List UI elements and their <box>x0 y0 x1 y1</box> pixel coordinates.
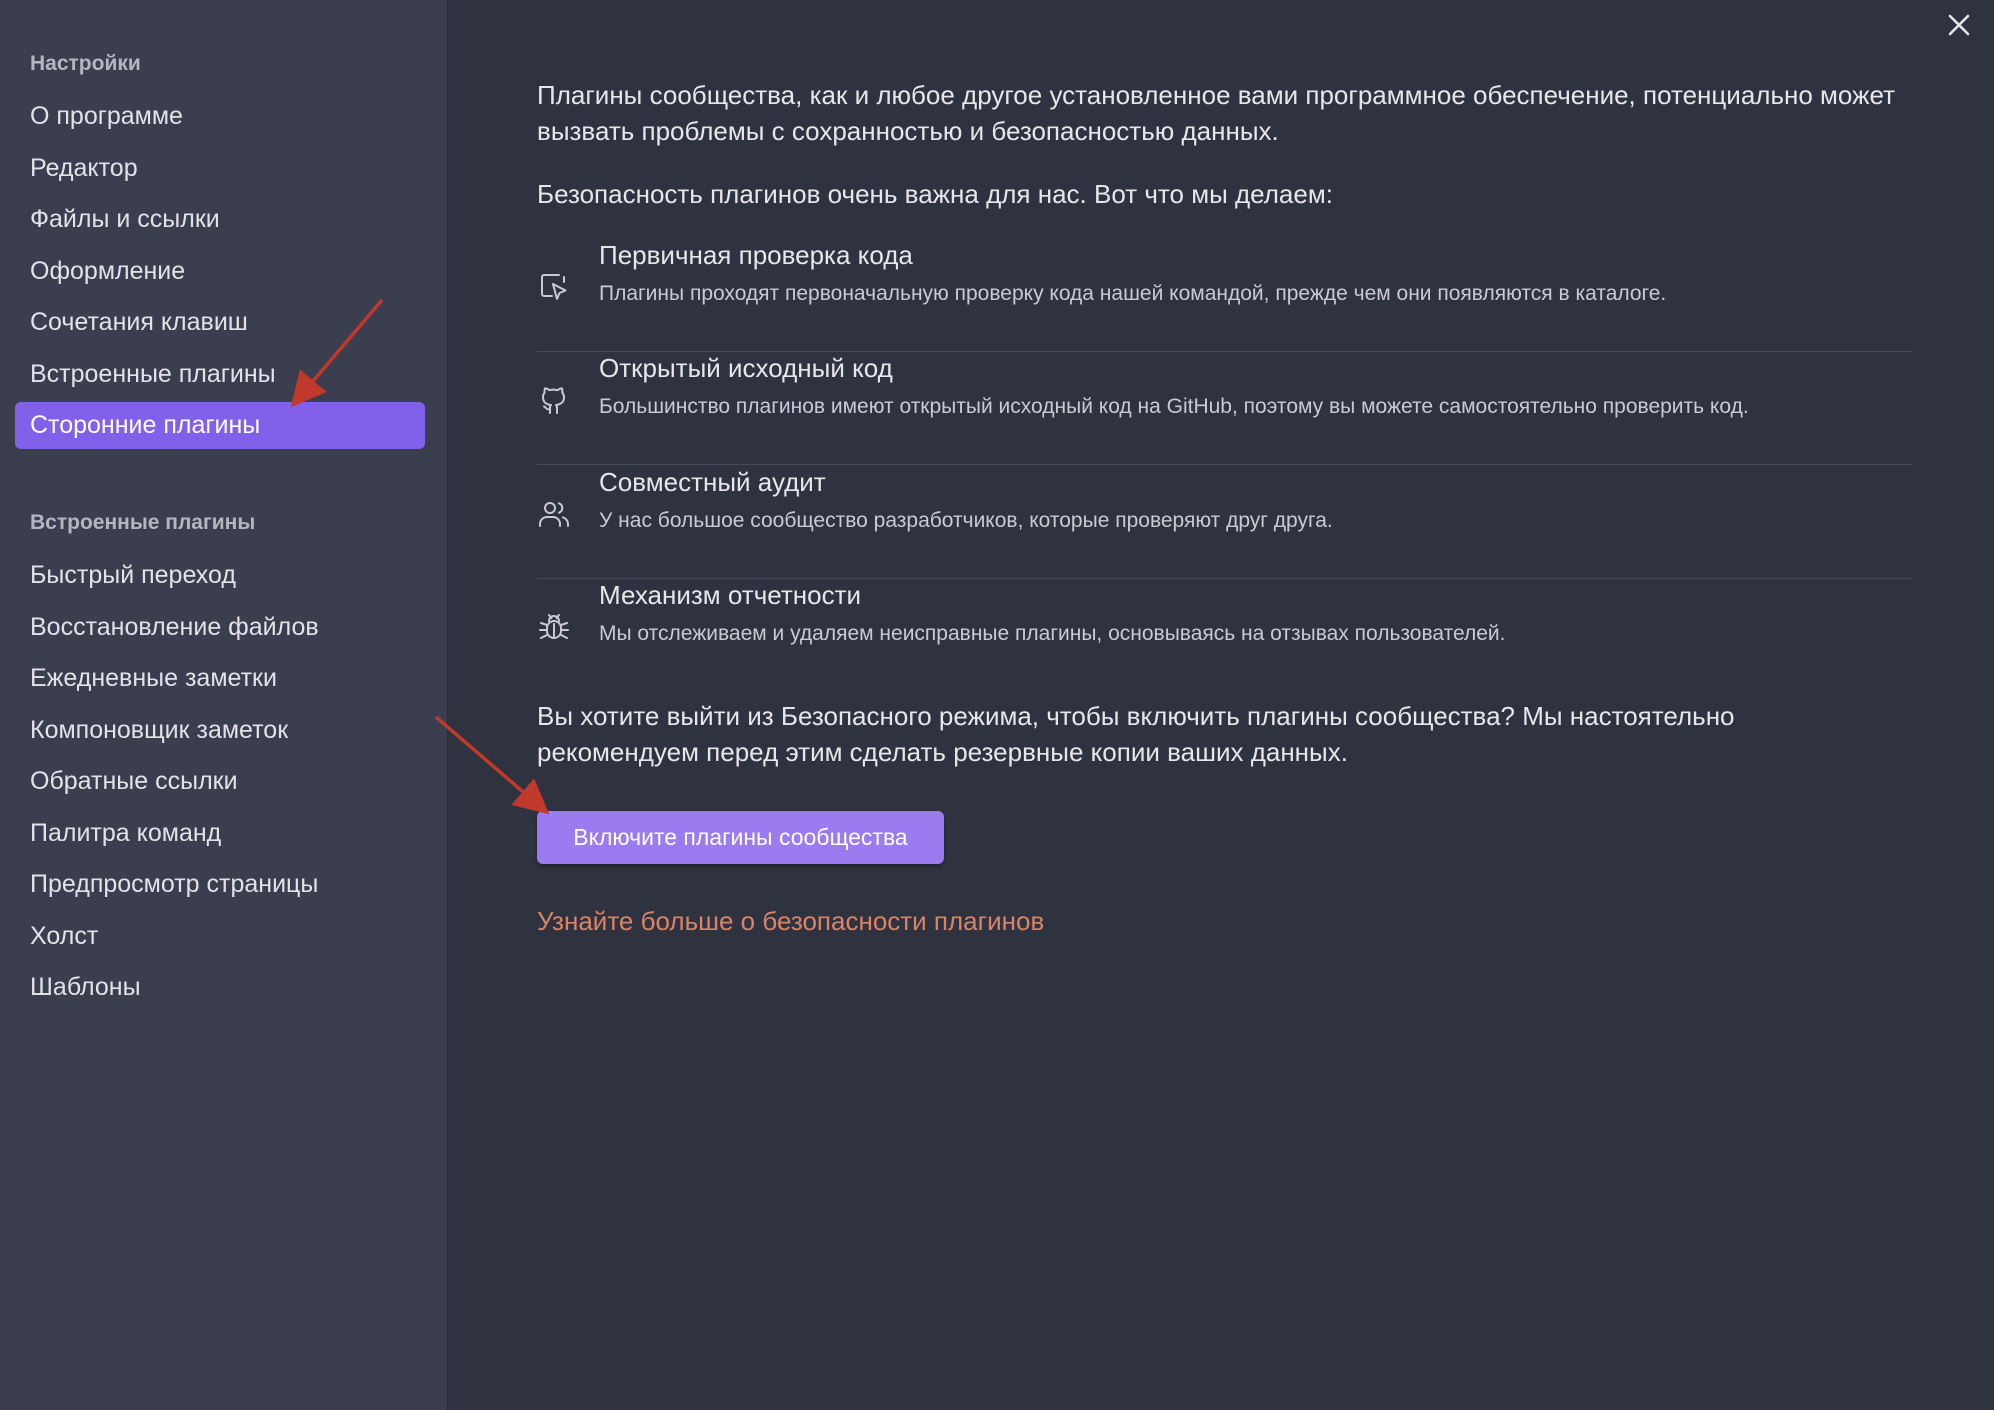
feature-title: Первичная проверка кода <box>599 240 913 270</box>
sidebar-item-note-composer[interactable]: Компоновщик заметок <box>15 707 425 754</box>
sidebar-item-page-preview[interactable]: Предпросмотр страницы <box>15 861 425 908</box>
safety-heading: Безопасность плагинов очень важна для на… <box>537 179 1333 209</box>
sidebar-section-core-plugins-title: Встроенные плагины <box>30 511 256 534</box>
settings-sidebar: Настройки О программе Редактор Файлы и с… <box>0 0 448 1410</box>
feature-reporting: Механизм отчетности Мы отслеживаем и уда… <box>537 580 1913 692</box>
sidebar-item-editor[interactable]: Редактор <box>15 145 425 192</box>
users-icon <box>537 497 571 531</box>
safe-mode-question: Вы хотите выйти из Безопасного режима, ч… <box>537 701 1735 767</box>
feature-title: Открытый исходный код <box>599 353 893 383</box>
settings-window: Настройки О программе Редактор Файлы и с… <box>0 0 1994 1410</box>
sidebar-item-templates[interactable]: Шаблоны <box>15 964 425 1011</box>
feature-description: Плагины проходят первоначальную проверку… <box>599 282 1667 305</box>
feature-title: Механизм отчетности <box>599 580 862 610</box>
github-icon <box>537 383 571 417</box>
sidebar-item-about[interactable]: О программе <box>15 93 425 140</box>
feature-code-review: Первичная проверка кода Плагины проходят… <box>537 240 1913 352</box>
code-review-icon <box>537 270 571 304</box>
sidebar-item-hotkeys[interactable]: Сочетания клавиш <box>15 299 425 346</box>
sidebar-item-quick-switcher[interactable]: Быстрый переход <box>15 552 425 599</box>
feature-description: У нас большое сообщество разработчиков, … <box>599 509 1333 532</box>
feature-description: Большинство плагинов имеют открытый исхо… <box>599 395 1749 418</box>
bug-icon <box>537 610 571 644</box>
sidebar-item-canvas[interactable]: Холст <box>15 913 425 960</box>
sidebar-item-core-plugins[interactable]: Встроенные плагины <box>15 351 425 398</box>
sidebar-item-files-links[interactable]: Файлы и ссылки <box>15 196 425 243</box>
learn-more-link[interactable]: Узнайте больше о безопасности плагинов <box>537 906 1044 937</box>
sidebar-item-command-palette[interactable]: Палитра команд <box>15 810 425 857</box>
close-button[interactable] <box>1944 10 1974 40</box>
feature-community-audit: Совместный аудит У нас большое сообществ… <box>537 467 1913 579</box>
feature-title: Совместный аудит <box>599 467 826 497</box>
close-icon <box>1948 14 1970 36</box>
settings-content: Плагины сообщества, как и любое другое у… <box>448 0 1994 1410</box>
enable-community-plugins-button[interactable]: Включите плагины сообщества <box>537 811 944 864</box>
sidebar-item-file-recovery[interactable]: Восстановление файлов <box>15 604 425 651</box>
sidebar-item-community-plugins[interactable]: Сторонние плагины <box>15 402 425 449</box>
feature-open-source: Открытый исходный код Большинство плагин… <box>537 353 1913 465</box>
sidebar-item-daily-notes[interactable]: Ежедневные заметки <box>15 655 425 702</box>
sidebar-item-appearance[interactable]: Оформление <box>15 248 425 295</box>
intro-text: Плагины сообщества, как и любое другое у… <box>537 80 1895 146</box>
sidebar-section-settings-title: Настройки <box>30 52 141 75</box>
sidebar-item-backlinks[interactable]: Обратные ссылки <box>15 758 425 805</box>
feature-description: Мы отслеживаем и удаляем неисправные пла… <box>599 622 1506 645</box>
